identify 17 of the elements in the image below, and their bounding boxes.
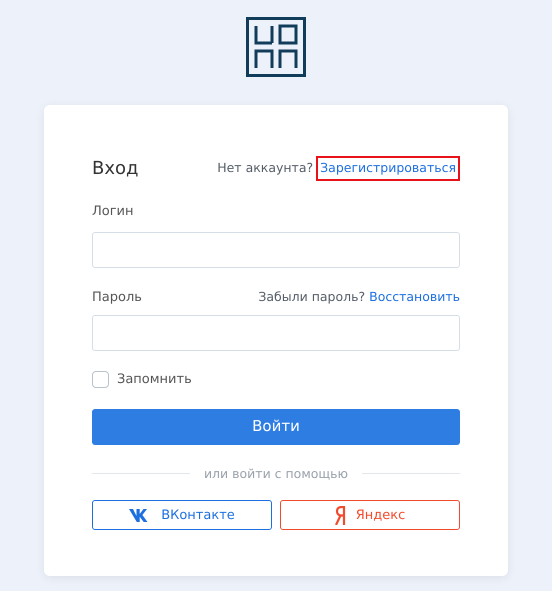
form-title: Вход: [92, 157, 138, 181]
remember-checkbox[interactable]: [92, 371, 109, 388]
no-account-text: Нет аккаунта?: [217, 159, 314, 178]
login-field[interactable]: [92, 232, 460, 268]
password-label: Пароль: [92, 288, 142, 306]
remember-label: Запомнить: [117, 371, 192, 389]
social-login-button[interactable]: Яндекс: [280, 500, 460, 530]
login-button[interactable]: Войти: [92, 408, 460, 444]
yandex-logo-icon: [334, 506, 346, 525]
divider-text: или войти с помощью: [204, 464, 348, 482]
social-login-button[interactable]: ВКонтакте: [92, 500, 272, 530]
forgot-password-text: Забыли пароль?: [258, 288, 366, 306]
restore-link[interactable]: Восстановить: [369, 288, 460, 307]
password-field[interactable]: [92, 315, 460, 351]
register-link[interactable]: Зарегистрироваться: [316, 156, 460, 181]
login-label: Логин: [92, 203, 135, 221]
logo-icon: [246, 17, 306, 77]
